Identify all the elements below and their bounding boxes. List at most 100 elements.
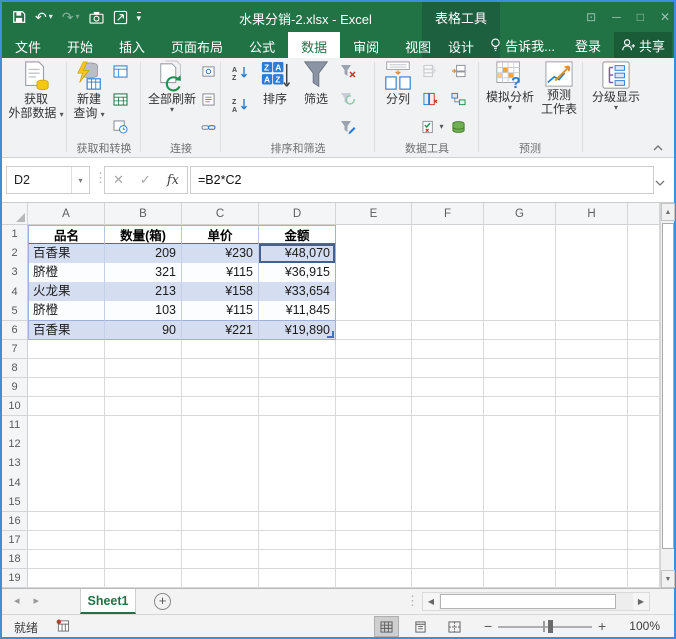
cell-F3[interactable] — [412, 263, 484, 283]
cell-A17[interactable] — [28, 530, 105, 551]
sheet-tab-sheet1[interactable]: Sheet1 — [80, 589, 136, 614]
cell-G9[interactable] — [484, 377, 556, 398]
maximize-button[interactable]: □ — [637, 10, 644, 24]
cell-G6[interactable] — [484, 320, 556, 341]
page-layout-view-button[interactable] — [408, 616, 433, 637]
cell-H11[interactable] — [556, 416, 628, 436]
cell-A8[interactable] — [28, 358, 105, 379]
cell-A13[interactable] — [28, 454, 105, 474]
refresh-all-button[interactable]: 全部刷新 ▾ — [148, 60, 196, 114]
remove-duplicates-button[interactable] — [420, 90, 440, 108]
minimize-button[interactable]: ─ — [612, 10, 621, 24]
cell-D9[interactable] — [259, 377, 336, 398]
cell-A2[interactable]: 百香果 — [28, 244, 105, 264]
expand-formula-bar-button[interactable] — [655, 174, 665, 192]
recent-sources-button[interactable] — [110, 118, 130, 136]
cell-G7[interactable] — [484, 339, 556, 360]
cell-A6[interactable]: 百香果 — [28, 320, 105, 341]
cell-C2[interactable]: ¥230 — [182, 244, 259, 264]
cell-E17[interactable] — [336, 530, 412, 551]
cell-E5[interactable] — [336, 301, 412, 321]
cell-D10[interactable] — [259, 396, 336, 417]
cell-E1[interactable] — [336, 225, 412, 245]
cell-I10[interactable] — [628, 396, 660, 417]
cell-E6[interactable] — [336, 320, 412, 341]
column-header-D[interactable]: D — [259, 203, 336, 225]
tab-page-layout[interactable]: 页面布局 — [158, 32, 236, 58]
cell-C11[interactable] — [182, 416, 259, 436]
cell-B14[interactable] — [105, 473, 182, 493]
undo-button[interactable]: ↶ ▾ — [35, 10, 53, 24]
name-box[interactable]: D2 ▾ — [6, 166, 90, 194]
column-header-F[interactable]: F — [412, 203, 484, 225]
cell-C3[interactable]: ¥115 — [182, 263, 259, 283]
cell-B15[interactable] — [105, 492, 182, 512]
scroll-left-button[interactable]: ◀ — [423, 593, 439, 610]
cell-A15[interactable] — [28, 492, 105, 512]
cell-G11[interactable] — [484, 416, 556, 436]
share-button[interactable]: 共享 — [613, 32, 672, 58]
cell-H8[interactable] — [556, 358, 628, 379]
zoom-in-button[interactable]: + — [598, 618, 606, 634]
consolidate-button[interactable] — [448, 62, 468, 80]
cell-C17[interactable] — [182, 530, 259, 551]
cell-A4[interactable]: 火龙果 — [28, 282, 105, 302]
row-header-9[interactable]: 9 — [2, 377, 28, 398]
new-sheet-button[interactable]: + — [154, 593, 171, 610]
cell-H5[interactable] — [556, 301, 628, 321]
close-button[interactable]: ✕ — [660, 10, 670, 24]
cell-A11[interactable] — [28, 416, 105, 436]
cell-F2[interactable] — [412, 244, 484, 264]
cell-I13[interactable] — [628, 454, 660, 474]
cell-H10[interactable] — [556, 396, 628, 417]
row-header-10[interactable]: 10 — [2, 396, 28, 417]
cell-F4[interactable] — [412, 282, 484, 302]
cell-F7[interactable] — [412, 339, 484, 360]
zoom-slider-track[interactable] — [498, 626, 592, 628]
cell-I15[interactable] — [628, 492, 660, 512]
cell-C15[interactable] — [182, 492, 259, 512]
tab-insert[interactable]: 插入 — [106, 32, 158, 58]
tab-home[interactable]: 开始 — [54, 32, 106, 58]
horizontal-scrollbar[interactable]: ◀ ▶ — [422, 592, 650, 611]
row-header-6[interactable]: 6 — [2, 320, 28, 341]
advanced-filter-button[interactable] — [338, 118, 358, 136]
cell-B18[interactable] — [105, 549, 182, 570]
cell-D19[interactable] — [259, 568, 336, 588]
column-header-E[interactable]: E — [336, 203, 412, 225]
manage-data-model-button[interactable] — [448, 118, 468, 136]
cell-B17[interactable] — [105, 530, 182, 551]
tab-data[interactable]: 数据 — [288, 32, 341, 58]
cell-I2[interactable] — [628, 244, 660, 264]
cell-I7[interactable] — [628, 339, 660, 360]
cell-B1[interactable]: 数量(箱) — [105, 225, 182, 245]
sort-descending-button[interactable]: ZA — [228, 96, 252, 114]
cell-I6[interactable] — [628, 320, 660, 341]
cell-G2[interactable] — [484, 244, 556, 264]
cell-F8[interactable] — [412, 358, 484, 379]
cell-I18[interactable] — [628, 549, 660, 570]
cell-D18[interactable] — [259, 549, 336, 570]
sort-ascending-button[interactable]: AZ — [228, 64, 252, 82]
cell-G4[interactable] — [484, 282, 556, 302]
cell-C8[interactable] — [182, 358, 259, 379]
cell-A1[interactable]: 品名 — [28, 225, 105, 245]
cell-D14[interactable] — [259, 473, 336, 493]
flash-fill-button[interactable] — [420, 62, 440, 80]
cell-A7[interactable] — [28, 339, 105, 360]
new-query-button[interactable]: 新建 查询 ▾ — [70, 60, 108, 120]
cell-G12[interactable] — [484, 435, 556, 455]
cell-C4[interactable]: ¥158 — [182, 282, 259, 302]
column-header-A[interactable]: A — [28, 203, 105, 225]
cell-I16[interactable] — [628, 511, 660, 532]
cell-B10[interactable] — [105, 396, 182, 417]
cell-E12[interactable] — [336, 435, 412, 455]
cell-H9[interactable] — [556, 377, 628, 398]
horizontal-scroll-thumb[interactable] — [440, 594, 616, 609]
tab-formulas[interactable]: 公式 — [236, 32, 288, 58]
row-header-2[interactable]: 2 — [2, 244, 28, 264]
cell-H13[interactable] — [556, 454, 628, 474]
cell-C9[interactable] — [182, 377, 259, 398]
column-header-partial[interactable] — [628, 203, 660, 225]
cell-A5[interactable]: 脐橙 — [28, 301, 105, 321]
